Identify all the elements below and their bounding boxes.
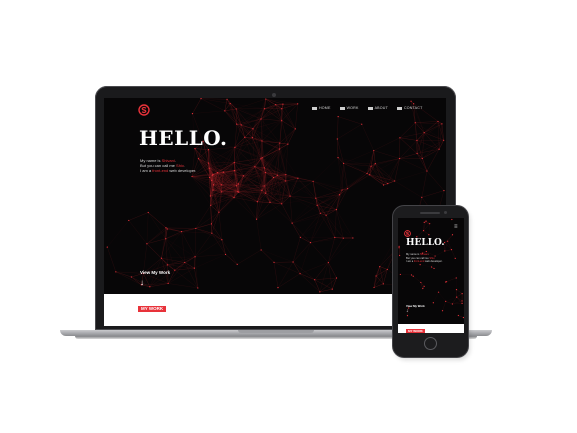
home-icon — [312, 106, 317, 110]
phone-down-arrow-icon[interactable]: ↓ — [406, 309, 409, 314]
phone-camera — [444, 211, 447, 214]
phone-speaker — [420, 212, 440, 214]
laptop-opening-notch — [238, 330, 314, 333]
down-arrow-icon[interactable]: ↓ — [140, 279, 144, 287]
phone-view-my-work-link[interactable]: View My Work — [406, 304, 425, 308]
hero-heading: HELLO. — [139, 126, 228, 150]
nav-work[interactable]: WORK — [339, 106, 359, 110]
phone-screen: ≡ HELLO. My name is Shivani. But you can… — [398, 218, 464, 333]
phone-home-button[interactable] — [424, 337, 437, 350]
nav-about[interactable]: ABOUT — [367, 106, 388, 110]
phone-intro-line-3: I am a front-end web developer. — [406, 260, 443, 264]
mail-icon — [396, 106, 402, 110]
site-logo-icon[interactable] — [138, 104, 150, 119]
phone-hero-heading: HELLO. — [406, 238, 445, 248]
laptop-camera — [272, 93, 276, 97]
hero-intro: My name is Shivani. But you can call me … — [140, 158, 196, 173]
work-section-title: MY WORK — [138, 306, 167, 312]
phone-hero-intro: My name is Shivani. But you can call me … — [406, 253, 443, 264]
view-my-work-link[interactable]: View My Work — [140, 270, 170, 275]
nav-contact[interactable]: CONTACT — [396, 106, 423, 110]
intro-line-3: I am a front-end web developer. — [140, 168, 197, 173]
phone-work-section-title: MY WORK — [406, 329, 425, 333]
nav-home[interactable]: HOME — [312, 106, 331, 110]
user-icon — [367, 106, 373, 110]
hamburger-menu-icon[interactable]: ≡ — [454, 224, 458, 230]
top-nav: HOME WORK ABOUT CONTACT — [312, 106, 422, 110]
briefcase-icon — [339, 106, 345, 110]
